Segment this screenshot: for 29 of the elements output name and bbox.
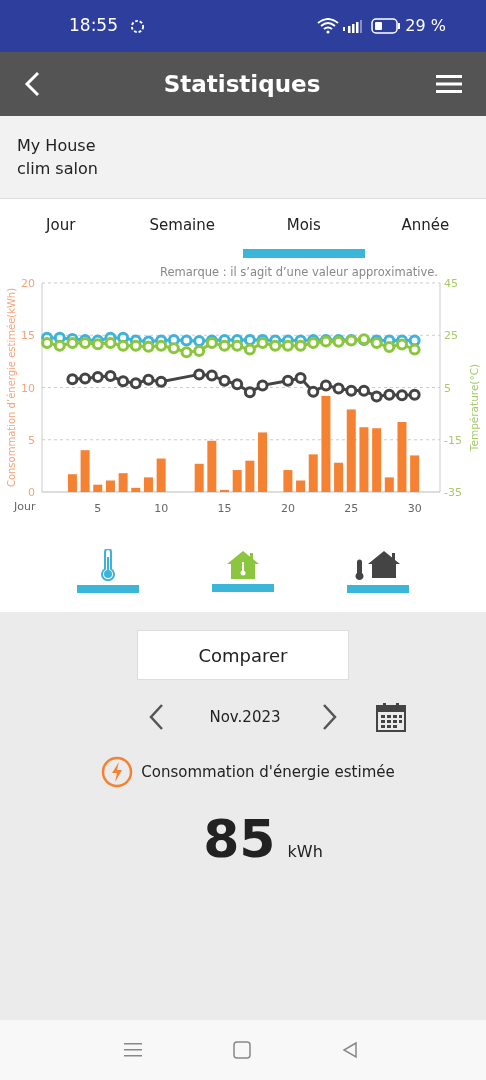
axis-tick-label: -35 <box>444 486 462 499</box>
page-title: Statistiques <box>162 69 322 99</box>
home-name: My House <box>17 135 97 157</box>
axis-tick-label: 5 <box>94 502 102 515</box>
axis-tick-label: 30 <box>407 502 422 515</box>
clock-time: 18:55 <box>69 14 118 38</box>
chart-note: Remarque : il s’agit d’une valeur approximative. <box>160 265 438 279</box>
axis-tick-label: 10 <box>154 502 169 515</box>
y-axis-label: Température(°C) <box>468 363 480 452</box>
axis-tick-label: 20 <box>280 502 295 515</box>
axis-tick-label: 15 <box>21 329 35 343</box>
axis-tick-label: 10 <box>21 381 35 395</box>
axis-tick-label: -15 <box>444 433 462 447</box>
axis-tick-label: 15 <box>217 502 232 515</box>
axis-tick-label: 25 <box>344 502 359 515</box>
axis-tick-label: 5 <box>444 381 451 395</box>
axis-tick-label: 20 <box>21 277 35 290</box>
battery-percent: 29 % <box>405 15 446 37</box>
axis-tick-label: 0 <box>28 486 35 499</box>
period-label: Nov.2023 <box>208 706 282 728</box>
device-name: clim salon <box>17 158 99 180</box>
axis-tick-label: 25 <box>444 329 458 343</box>
x-axis-label: Jour <box>14 500 36 513</box>
axis-tick-label: 5 <box>28 433 35 447</box>
axis-tick-label: 45 <box>444 277 458 290</box>
y-axis-label: Consommation d’énergie estimée(kWh) <box>6 287 17 488</box>
energy-value: 85 <box>203 808 276 871</box>
energy-label: Consommation d'énergie estimée <box>141 761 395 783</box>
energy-unit: kWh <box>287 841 323 863</box>
